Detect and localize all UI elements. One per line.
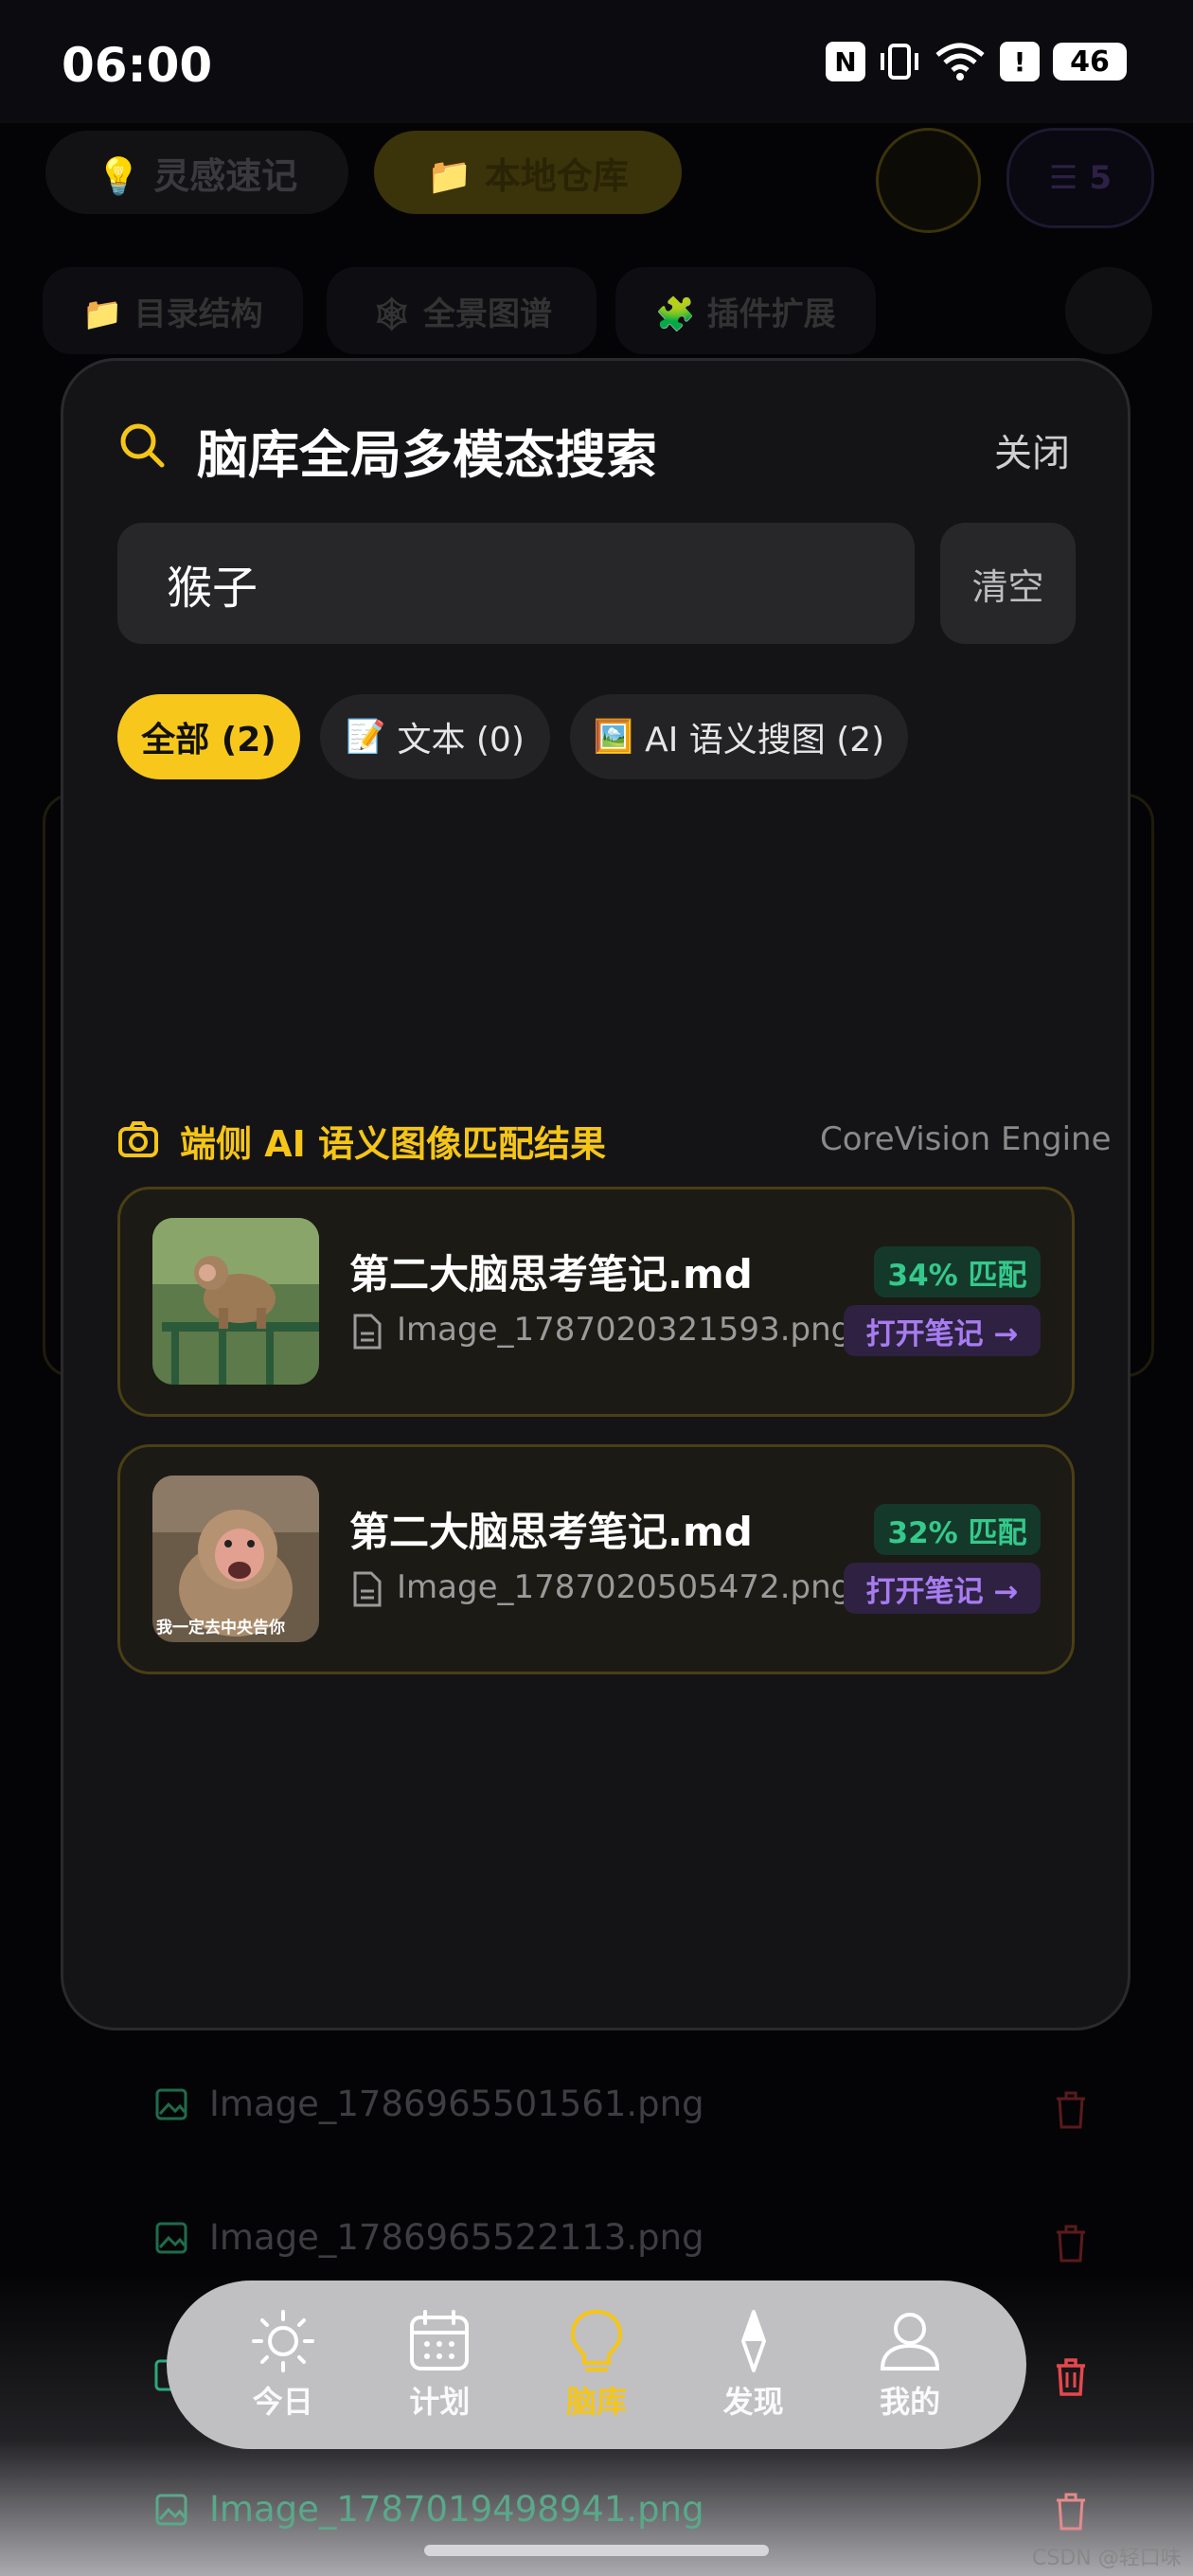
match-badge: 34% 匹配: [874, 1246, 1041, 1297]
tab-ai-image-search[interactable]: 🖼️ AI 语义搜图 (2): [570, 694, 908, 779]
monkey-thumbnail: 我一定去中央告你: [152, 1476, 319, 1642]
result-card[interactable]: 我一定去中央告你 第二大脑思考笔记.md Image_1787020505472…: [117, 1444, 1075, 1674]
nav-item-brain[interactable]: 脑库: [530, 2308, 663, 2422]
trash-icon: [1057, 2091, 1085, 2129]
lightbulb-icon: [570, 2309, 622, 2371]
close-button[interactable]: 关闭: [994, 422, 1070, 477]
bg-filter-button: ☰ 5: [1006, 128, 1154, 228]
camera-icon: [118, 1121, 158, 1157]
trash-icon[interactable]: [1052, 2356, 1090, 2398]
list-item-label: Image_1787019498941.png: [209, 2489, 704, 2530]
home-indicator[interactable]: [424, 2545, 769, 2556]
sun-icon: [251, 2310, 314, 2372]
nav-item-today[interactable]: 今日: [217, 2308, 349, 2422]
result-file-name: Image_1787020505472.png: [397, 1568, 852, 1606]
trash-icon: [1057, 2225, 1085, 2263]
picture-icon: 🖼️: [593, 718, 634, 756]
tab-ai-label: AI 语义搜图 (2): [645, 721, 885, 760]
result-file-name: Image_1787020321593.png: [397, 1311, 852, 1349]
nav-label: 发现: [722, 2384, 784, 2420]
bg-subtab-directory: 📁 目录结构: [43, 267, 303, 354]
bg-search-icon: [1065, 267, 1152, 354]
nav-label: 计划: [409, 2384, 471, 2420]
nav-label: 今日: [252, 2384, 313, 2420]
wifi-icon: [935, 43, 985, 80]
result-note-title: 第二大脑思考笔记.md: [349, 1251, 753, 1297]
image-icon: [155, 2222, 187, 2253]
image-icon: [155, 2088, 187, 2120]
nav-label: 脑库: [565, 2384, 627, 2420]
nav-item-discover[interactable]: 发现: [687, 2308, 820, 2422]
monkey-thumbnail: [152, 1218, 319, 1385]
file-icon: [353, 1571, 382, 1607]
open-note-button[interactable]: 打开笔记 →: [844, 1305, 1041, 1356]
list-item-label: Image_1786965522113.png: [209, 2217, 704, 2258]
engine-label: CoreVision Engine: [820, 1120, 1112, 1158]
bg-subtab-plugins: 🧩 插件扩展: [615, 267, 876, 354]
section-title: 端侧 AI 语义图像匹配结果: [180, 1123, 607, 1165]
result-card[interactable]: 第二大脑思考笔记.md Image_1787020321593.png 34% …: [117, 1187, 1075, 1417]
user-icon: [881, 2313, 940, 2370]
status-icons: N ! 46: [826, 42, 1127, 81]
modal-title: 脑库全局多模态搜索: [197, 425, 657, 485]
search-icon: [120, 423, 165, 468]
tab-all-label: 全部 (2): [141, 721, 276, 760]
bg-search-button: [876, 128, 981, 233]
result-note-title: 第二大脑思考笔记.md: [349, 1509, 753, 1555]
memo-icon: 📝: [346, 718, 386, 756]
nav-label: 我的: [880, 2384, 941, 2420]
match-badge: 32% 匹配: [874, 1504, 1041, 1555]
calendar-icon: [410, 2310, 470, 2370]
open-note-button[interactable]: 打开笔记 →: [844, 1563, 1041, 1614]
compass-icon: [740, 2310, 766, 2372]
list-item: Image_1786965501561.png: [154, 2084, 704, 2124]
tab-text-label: 文本 (0): [397, 721, 525, 760]
clear-button[interactable]: 清空: [940, 523, 1076, 644]
watermark: CSDN @轻口味: [1032, 2547, 1182, 2570]
list-item-label: Image_1786965501561.png: [209, 2084, 704, 2124]
image-icon: [155, 2494, 187, 2525]
list-item[interactable]: Image_1787019498941.png: [154, 2489, 704, 2530]
thumbnail-caption: 我一定去中央告你: [156, 1619, 285, 1637]
status-time: 06:00: [62, 38, 213, 93]
bg-subtab-graph: 🕸 全景图谱: [327, 267, 596, 354]
battery-indicator: 46: [1053, 43, 1127, 80]
alert-icon: !: [1000, 42, 1040, 81]
vibrate-icon: [881, 44, 918, 80]
bottom-nav: 今日 计划 脑库 发现 我的: [167, 2281, 1026, 2449]
bg-tab-local-repo: 📁 本地仓库: [374, 131, 682, 214]
bg-filter-count: 5: [1089, 159, 1112, 197]
nfc-icon: N: [826, 42, 865, 81]
search-input[interactable]: [117, 523, 915, 644]
nav-item-me[interactable]: 我的: [844, 2308, 976, 2422]
file-icon: [353, 1314, 382, 1350]
trash-icon[interactable]: [1052, 2491, 1090, 2532]
tab-text[interactable]: 📝 文本 (0): [320, 694, 550, 779]
tab-all[interactable]: 全部 (2): [117, 694, 300, 779]
nav-item-plan[interactable]: 计划: [373, 2308, 506, 2422]
list-item: Image_1786965522113.png: [154, 2217, 704, 2258]
filter-icon: ☰: [1049, 159, 1090, 197]
bg-tab-inspiration: 💡 灵感速记: [45, 131, 348, 214]
